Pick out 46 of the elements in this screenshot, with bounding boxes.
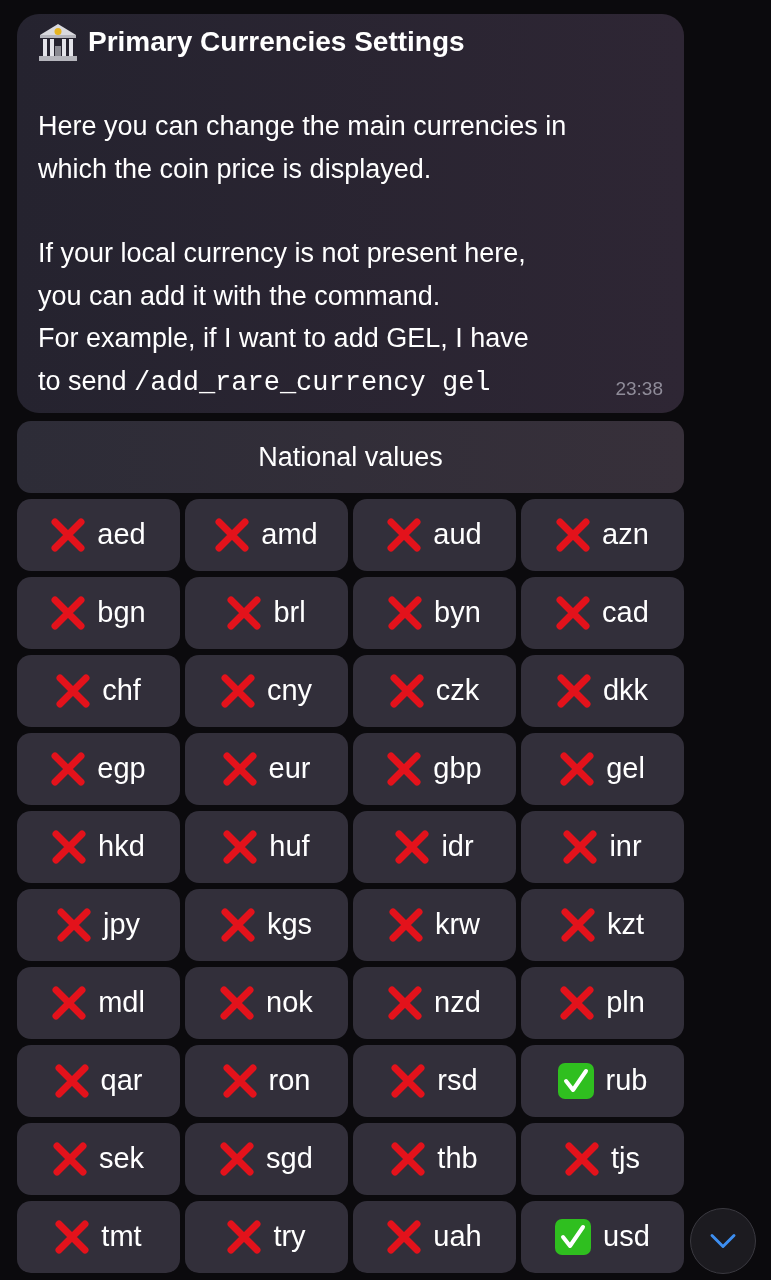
bank-icon [38, 22, 78, 62]
message-title: Primary Currencies Settings [88, 25, 465, 59]
currency-toggle-button[interactable]: try [185, 1201, 348, 1273]
currency-toggle-button[interactable]: jpy [17, 889, 180, 961]
currency-toggle-button[interactable]: byn [353, 577, 516, 649]
currency-toggle-button[interactable]: idr [353, 811, 516, 883]
currency-toggle-button[interactable]: dkk [521, 655, 684, 727]
currency-toggle-button[interactable]: rub [521, 1045, 684, 1117]
currency-toggle-button[interactable]: tjs [521, 1123, 684, 1195]
message-text: Here you can change the main currencies in which the coin price is displayed. [38, 110, 567, 186]
currency-toggle-button[interactable]: krw [353, 889, 516, 961]
currency-toggle-button[interactable]: gbp [353, 733, 516, 805]
currency-toggle-button[interactable]: egp [17, 733, 180, 805]
currency-toggle-button[interactable]: usd [521, 1201, 684, 1273]
currency-toggle-button[interactable]: thb [353, 1123, 516, 1195]
currency-toggle-button[interactable]: mdl [17, 967, 180, 1039]
currency-toggle-button[interactable]: eur [185, 733, 348, 805]
currency-toggle-button[interactable]: azn [521, 499, 684, 571]
currency-toggle-button[interactable]: kzt [521, 889, 684, 961]
currency-toggle-button[interactable]: uah [353, 1201, 516, 1273]
currency-toggle-button[interactable]: nok [185, 967, 348, 1039]
currency-toggle-button[interactable]: gel [521, 733, 684, 805]
currency-toggle-button[interactable]: tmt [17, 1201, 180, 1273]
currency-toggle-button[interactable]: hkd [17, 811, 180, 883]
message-time: 23:38 [615, 377, 663, 401]
currency-toggle-button[interactable]: inr [521, 811, 684, 883]
currency-toggle-button[interactable]: chf [17, 655, 180, 727]
currency-toggle-button[interactable]: nzd [353, 967, 516, 1039]
currency-toggle-button[interactable]: bgn [17, 577, 180, 649]
currency-toggle-button[interactable]: rsd [353, 1045, 516, 1117]
currency-toggle-button[interactable]: pln [521, 967, 684, 1039]
currency-toggle-button[interactable]: sek [17, 1123, 180, 1195]
currency-toggle-button[interactable]: amd [185, 499, 348, 571]
currency-toggle-button[interactable]: huf [185, 811, 348, 883]
currency-toggle-button[interactable]: kgs [185, 889, 348, 961]
currency-toggle-button[interactable]: ron [185, 1045, 348, 1117]
currency-toggle-button[interactable]: cad [521, 577, 684, 649]
currency-toggle-button[interactable]: aed [17, 499, 180, 571]
currency-toggle-button[interactable]: brl [185, 577, 348, 649]
keyboard-header-button[interactable]: National values [17, 421, 684, 493]
currency-toggle-button[interactable]: sgd [185, 1123, 348, 1195]
currency-toggle-button[interactable]: qar [17, 1045, 180, 1117]
message-text: If your local currency is not present here, you can add it with the command. For example, if I want to add GEL, I have to send /add_rare_currency gel [38, 237, 529, 400]
currency-toggle-button[interactable]: czk [353, 655, 516, 727]
currency-toggle-button[interactable]: aud [353, 499, 516, 571]
currency-toggle-button[interactable]: cny [185, 655, 348, 727]
